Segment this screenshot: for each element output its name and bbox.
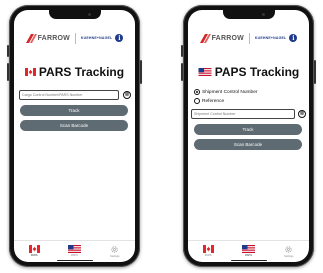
kuehne-nagel-logo: KUEHNE+NAGEL [254, 36, 287, 40]
gear-icon [111, 246, 118, 253]
volume-button [181, 45, 183, 57]
canada-flag-icon [28, 245, 40, 253]
farrow-chevron-icon [25, 33, 37, 43]
us-flag-icon [198, 68, 212, 76]
tab-paps[interactable]: PAPS [59, 245, 89, 257]
us-flag-icon [67, 245, 81, 253]
header-logos: FARROW KUEHNE+NAGEL i [14, 28, 135, 48]
shipment-control-number-input[interactable]: Shipment Control Number [191, 109, 295, 119]
power-button [314, 60, 316, 84]
clear-input-icon[interactable]: ⊗ [298, 110, 306, 118]
kuehne-nagel-logo: KUEHNE+NAGEL [80, 36, 113, 40]
cargo-control-number-input[interactable]: Cargo Control Number/PARS Number [19, 90, 119, 100]
canada-flag-icon [202, 245, 214, 253]
logo-divider [74, 32, 76, 44]
farrow-wordmark: FARROW [211, 34, 244, 42]
radio-reference[interactable]: Reference [194, 98, 224, 104]
radio-unselected-icon [194, 98, 200, 104]
tab-paps[interactable]: PAPS [233, 245, 263, 257]
info-icon[interactable]: i [289, 34, 298, 42]
home-indicator [56, 259, 93, 261]
tab-label: PAPS [71, 254, 78, 257]
phone-left: FARROW KUEHNE+NAGEL i PARS Tracking Carg… [7, 5, 142, 267]
tab-label: PARS [30, 254, 38, 257]
tab-settings[interactable]: Settings [274, 245, 304, 258]
app-screen-paps: FARROW KUEHNE+NAGEL i PAPS Tracking Ship… [188, 10, 309, 262]
clear-input-icon[interactable]: ⊗ [123, 91, 131, 99]
us-flag-icon [241, 245, 255, 253]
radio-label: Shipment Control Number [202, 89, 258, 95]
scan-barcode-button[interactable]: Scan Barcode [194, 139, 302, 150]
track-button[interactable]: Track [20, 105, 128, 116]
tab-settings[interactable]: Settings [100, 245, 130, 258]
notch [222, 10, 275, 19]
radio-shipment-control-number[interactable]: Shipment Control Number [194, 89, 257, 95]
volume-button [181, 63, 183, 81]
page-title: PAPS Tracking [188, 65, 309, 79]
volume-button [7, 45, 9, 57]
tab-label: PARS [204, 254, 212, 257]
radio-label: Reference [202, 98, 225, 104]
tab-label: Settings [284, 255, 294, 258]
header-logos: FARROW KUEHNE+NAGEL i [188, 28, 309, 48]
phone-right: FARROW KUEHNE+NAGEL i PAPS Tracking Ship… [181, 5, 316, 267]
power-button [140, 60, 142, 84]
notch [48, 10, 101, 19]
tab-label: Settings [110, 255, 120, 258]
page-title: PARS Tracking [14, 65, 135, 79]
page-title-text: PAPS Tracking [214, 65, 300, 79]
canada-flag-icon [24, 68, 36, 76]
track-button[interactable]: Track [194, 124, 302, 135]
info-icon[interactable]: i [115, 34, 124, 42]
farrow-logo: FARROW [199, 33, 244, 43]
scan-barcode-button[interactable]: Scan Barcode [20, 120, 128, 131]
farrow-wordmark: FARROW [37, 34, 70, 42]
farrow-chevron-icon [199, 33, 211, 43]
tab-pars[interactable]: PARS [19, 245, 49, 257]
tab-pars[interactable]: PARS [193, 245, 223, 257]
tab-label: PAPS [245, 254, 252, 257]
farrow-logo: FARROW [25, 33, 70, 43]
page-title-text: PARS Tracking [38, 65, 125, 79]
volume-button [7, 63, 9, 81]
radio-selected-icon [194, 89, 200, 95]
app-screen-pars: FARROW KUEHNE+NAGEL i PARS Tracking Carg… [14, 10, 135, 262]
home-indicator [230, 259, 267, 261]
gear-icon [285, 246, 292, 253]
logo-divider [248, 32, 250, 44]
